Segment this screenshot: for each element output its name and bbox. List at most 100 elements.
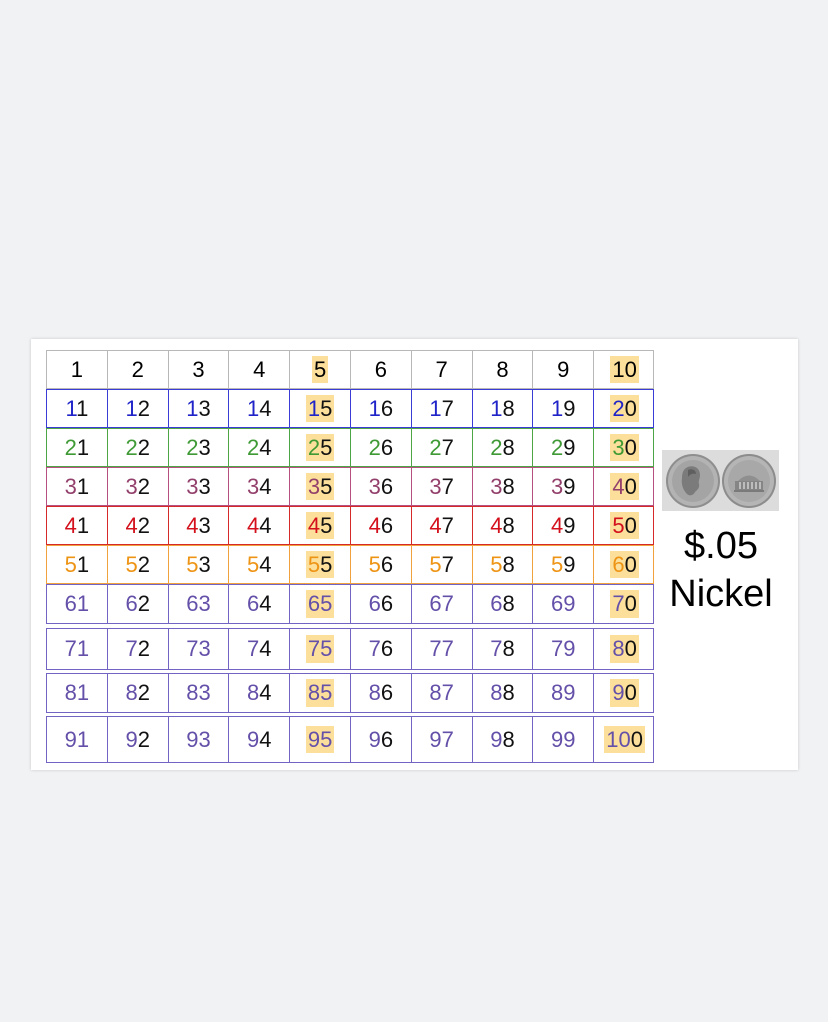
number-text: 73 <box>186 636 211 662</box>
number-cell: 2 <box>108 351 169 388</box>
number-cell: 3 <box>169 351 230 388</box>
number-text: 30 <box>610 433 639 462</box>
ones-digit: 8 <box>502 591 515 616</box>
ones-digit: 0 <box>624 512 637 538</box>
tens-digit: 9 <box>307 726 321 752</box>
number-text: 77 <box>429 636 454 662</box>
number-cell: 43 <box>169 507 230 544</box>
tens-digit: 4 <box>125 512 138 538</box>
number-text: 83 <box>186 680 211 706</box>
number-cell: 20 <box>594 390 655 427</box>
number-text: 67 <box>429 591 454 617</box>
number-text: 8 <box>496 357 508 383</box>
number-digits: 6 <box>374 356 387 382</box>
tens-digit: 4 <box>186 512 199 538</box>
tens-digit: 5 <box>186 551 199 577</box>
ones-digit: 7 <box>441 591 454 616</box>
number-cell: 16 <box>351 390 412 427</box>
number-cell: 100 <box>594 717 655 762</box>
number-text: 78 <box>490 636 515 662</box>
tens-digit: 9 <box>125 726 138 752</box>
number-cell: 96 <box>351 717 412 762</box>
ones-digit: 7 <box>441 680 454 705</box>
number-text: 69 <box>551 591 576 617</box>
number-cell: 35 <box>290 468 351 505</box>
coin-price: $.05 <box>684 525 758 567</box>
chart-row: 81 82 83 84 85 86 87 88 89 90 <box>46 673 654 713</box>
number-cell: 90 <box>594 674 655 712</box>
number-text: 20 <box>610 394 639 423</box>
ones-digit: 7 <box>441 726 454 752</box>
chart-row: 71 72 73 74 75 76 77 78 79 80 <box>46 628 654 670</box>
tens-digit: 7 <box>368 636 381 661</box>
number-text: 18 <box>490 396 515 422</box>
number-cell: 49 <box>533 507 595 544</box>
tens-digit: 5 <box>247 551 260 577</box>
tens-digit: 8 <box>429 680 442 705</box>
number-text: 50 <box>610 511 639 540</box>
ones-digit: 0 <box>624 473 637 499</box>
tens-digit: 6 <box>186 591 199 616</box>
ones-digit: 6 <box>380 636 394 661</box>
number-text: 88 <box>490 680 515 706</box>
ones-digit: 3 <box>198 512 211 538</box>
number-text: 76 <box>369 636 394 662</box>
number-text: 46 <box>369 513 394 539</box>
number-text: 49 <box>551 513 576 539</box>
tens-digit: 1 <box>186 395 199 421</box>
number-cell: 98 <box>473 717 534 762</box>
number-text: 66 <box>369 591 394 617</box>
number-text: 1 <box>71 357 83 383</box>
tens-digit: 4 <box>64 512 77 538</box>
tens-digit: 9 <box>612 680 625 706</box>
number-text: 44 <box>247 513 272 539</box>
ones-digit: 0 <box>624 680 637 706</box>
chart-row: 61 62 63 64 65 66 67 68 69 70 <box>46 584 654 624</box>
number-cell: 34 <box>229 468 291 505</box>
ones-digit: 5 <box>320 434 333 460</box>
tens-digit: 5 <box>429 551 442 577</box>
number-cell: 81 <box>47 674 108 712</box>
number-text: 34 <box>247 474 272 500</box>
number-cell: 97 <box>412 717 473 762</box>
number-cell: 86 <box>351 674 412 712</box>
number-text: 17 <box>429 396 454 422</box>
chart-row: 21 22 23 24 25 26 27 28 29 30 <box>46 428 654 467</box>
number-text: 64 <box>247 591 272 617</box>
tens-digit: 4 <box>307 512 321 538</box>
ones-digit: 5 <box>320 636 333 662</box>
number-text: 58 <box>490 552 515 578</box>
number-text: 16 <box>369 396 394 422</box>
tens-digit: 6 <box>247 591 260 616</box>
tens-digit: 3 <box>247 473 260 499</box>
tens-digit: 1 <box>368 395 381 421</box>
tens-digit: 5 <box>307 551 321 577</box>
tens-digit: 5 <box>125 551 138 577</box>
ones-digit: 8 <box>502 395 515 421</box>
tens-digit: 1 <box>551 395 564 421</box>
number-text: 92 <box>125 727 150 753</box>
number-cell: 1 <box>47 351 108 388</box>
number-text: 65 <box>305 590 335 618</box>
number-text: 55 <box>305 550 335 579</box>
ones-digit: 9 <box>563 591 576 616</box>
ones-digit: 4 <box>259 726 272 752</box>
tens-digit: 6 <box>64 591 77 616</box>
ones-digit: 4 <box>259 512 272 538</box>
number-cell: 88 <box>473 674 534 712</box>
number-cell: 73 <box>169 629 230 669</box>
number-text: 33 <box>186 474 211 500</box>
ones-digit: 6 <box>380 591 394 616</box>
tens-digit: 7 <box>186 636 199 661</box>
tens-digit: 9 <box>247 726 260 752</box>
ones-digit: 6 <box>380 434 394 460</box>
number-cell: 48 <box>473 507 534 544</box>
tens-digit: 9 <box>490 726 503 752</box>
number-text: 47 <box>429 513 454 539</box>
number-text: 75 <box>305 635 335 663</box>
chart-row: 31 32 33 34 35 36 37 38 39 40 <box>46 467 654 506</box>
ones-digit: 3 <box>198 395 211 421</box>
tens-digit: 2 <box>64 434 77 460</box>
number-cell: 52 <box>108 546 169 583</box>
tens-digit: 1 <box>490 395 503 421</box>
